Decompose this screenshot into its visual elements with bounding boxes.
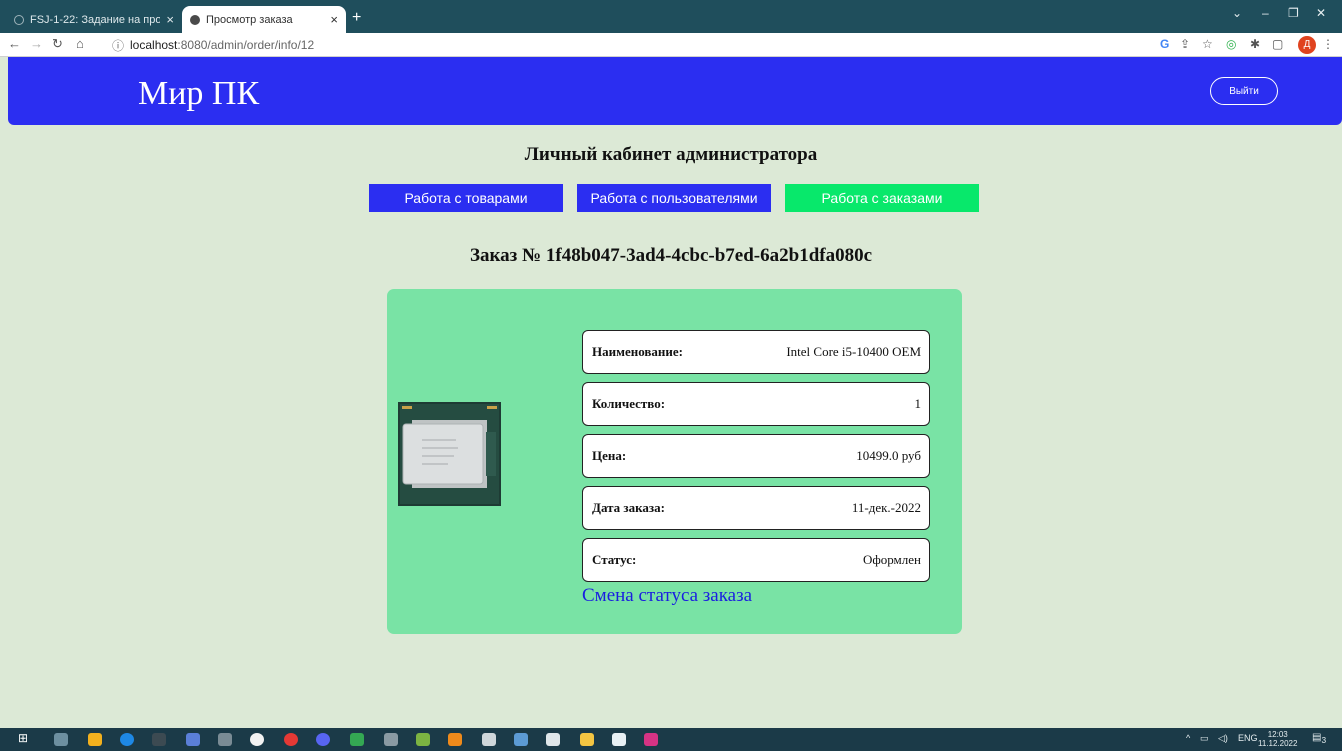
browser-tab-inactive[interactable]: FSJ-1-22: Задание на промежут × xyxy=(6,6,182,33)
field-label: Статус: xyxy=(592,552,637,567)
volume-icon[interactable]: ◁) xyxy=(1218,733,1228,744)
restore-icon[interactable]: ❐ xyxy=(1288,6,1299,20)
field-value: 1 xyxy=(914,396,922,411)
notifications-icon[interactable]: ▤3 xyxy=(1312,732,1326,745)
order-field-status: Статус: Оформлен xyxy=(582,538,930,582)
skype-icon[interactable] xyxy=(120,733,134,746)
field-value: Intel Core i5-10400 OEM xyxy=(786,344,921,359)
notepad-icon[interactable] xyxy=(612,733,626,746)
page-title: Личный кабинет администратора xyxy=(524,144,818,165)
browser-tab-active[interactable]: Просмотр заказа × xyxy=(182,6,346,33)
forward-icon[interactable]: → xyxy=(30,36,43,51)
os-taskbar: ⊞ ^ ▭ ◁) ENG 12:03 11.12.2022 ▤3 xyxy=(0,728,1342,751)
order-card: Наименование: Intel Core i5-10400 OEM Ко… xyxy=(387,289,962,634)
back-icon[interactable]: ← xyxy=(8,36,21,51)
file-explorer-icon[interactable] xyxy=(580,733,594,746)
close-icon[interactable]: × xyxy=(166,12,174,27)
menu-icon[interactable]: ⋮ xyxy=(1322,37,1334,51)
app-icon[interactable] xyxy=(186,733,200,746)
puzzle-icon[interactable]: ✱ xyxy=(1250,37,1260,51)
close-icon[interactable]: × xyxy=(330,12,338,27)
globe-icon xyxy=(14,14,24,25)
browser-toolbar: ← → ↻ ⌂ ⓘ localhost:8080/admin/order/inf… xyxy=(0,33,1342,57)
field-label: Количество: xyxy=(592,396,666,411)
profile-avatar[interactable]: Д xyxy=(1298,36,1316,54)
calculator-icon[interactable] xyxy=(54,733,68,746)
info-icon[interactable]: ⓘ xyxy=(112,37,124,54)
field-label: Цена: xyxy=(592,448,627,463)
clock[interactable]: 12:03 11.12.2022 xyxy=(1258,730,1297,748)
yandex-browser-icon[interactable] xyxy=(250,733,264,746)
shield-icon[interactable]: ◎ xyxy=(1226,37,1236,51)
language-indicator[interactable]: ENG xyxy=(1238,733,1258,743)
app-icon[interactable] xyxy=(384,733,398,746)
field-value: Оформлен xyxy=(862,552,921,567)
notification-count: 3 xyxy=(1321,735,1327,745)
change-status-link[interactable]: Смена статуса заказа xyxy=(582,585,752,607)
nav-orders-button[interactable]: Работа с заказами xyxy=(785,184,979,212)
sidepanel-icon[interactable]: ▢ xyxy=(1272,37,1283,51)
steam-icon[interactable] xyxy=(514,733,528,746)
google-icon[interactable]: G xyxy=(1160,37,1169,51)
browser-tab-strip: FSJ-1-22: Задание на промежут × Просмотр… xyxy=(0,0,1342,33)
field-value: 11-дек.-2022 xyxy=(851,500,921,515)
site-logo[interactable]: Мир ПК xyxy=(138,75,259,113)
clock-time: 12:03 xyxy=(1267,730,1288,739)
network-icon[interactable]: ▭ xyxy=(1200,733,1209,744)
close-window-icon[interactable]: ✕ xyxy=(1316,6,1326,20)
star-icon[interactable]: ☆ xyxy=(1202,37,1213,51)
clock-date: 11.12.2022 xyxy=(1258,739,1298,748)
settings-icon[interactable] xyxy=(546,733,560,746)
field-label: Дата заказа: xyxy=(592,500,665,515)
windows-start-icon[interactable]: ⊞ xyxy=(18,731,32,745)
app-icon[interactable] xyxy=(416,733,430,746)
order-field-name: Наименование: Intel Core i5-10400 OEM xyxy=(582,330,930,374)
new-tab-icon[interactable]: + xyxy=(352,9,361,27)
sublime-icon[interactable] xyxy=(88,733,102,746)
field-value: 10499.0 руб xyxy=(856,448,921,463)
order-field-price: Цена: 10499.0 руб xyxy=(582,434,930,478)
address-bar[interactable]: ⓘ localhost:8080/admin/order/info/12 xyxy=(112,35,1152,55)
nav-users-button[interactable]: Работа с пользователями xyxy=(577,184,771,212)
order-title: Заказ № 1f48b047-3ad4-4cbc-b7ed-6a2b1dfa… xyxy=(469,245,873,266)
chevron-up-icon[interactable]: ^ xyxy=(1186,733,1190,743)
app-icon[interactable] xyxy=(218,733,232,746)
logout-button[interactable]: Выйти xyxy=(1210,77,1278,105)
url-host: localhost xyxy=(130,38,178,52)
share-icon[interactable]: ⇪ xyxy=(1180,37,1190,51)
discord-icon[interactable] xyxy=(316,733,330,746)
reload-icon[interactable]: ↻ xyxy=(52,36,63,52)
field-label: Наименование: xyxy=(592,344,683,359)
epic-games-icon[interactable] xyxy=(482,733,496,746)
chevron-down-icon[interactable]: ⌄ xyxy=(1232,6,1242,20)
cpu-product-image xyxy=(398,402,501,506)
site-header: Мир ПК Выйти xyxy=(8,57,1342,125)
tab-title: Просмотр заказа xyxy=(206,13,293,26)
terminal-icon[interactable] xyxy=(152,733,166,746)
order-field-date: Дата заказа: 11-дек.-2022 xyxy=(582,486,930,530)
nav-products-button[interactable]: Работа с товарами xyxy=(369,184,563,212)
opera-icon[interactable] xyxy=(284,733,298,746)
tab-title: FSJ-1-22: Задание на промежут xyxy=(30,13,161,26)
url-path: :8080/admin/order/info/12 xyxy=(177,38,315,52)
vlc-icon[interactable] xyxy=(448,733,462,746)
minimize-icon[interactable]: – xyxy=(1262,6,1269,20)
home-icon[interactable]: ⌂ xyxy=(76,36,84,51)
globe-icon xyxy=(190,14,200,25)
order-field-quantity: Количество: 1 xyxy=(582,382,930,426)
chrome-icon[interactable] xyxy=(350,733,364,746)
intellij-icon[interactable] xyxy=(644,733,658,746)
